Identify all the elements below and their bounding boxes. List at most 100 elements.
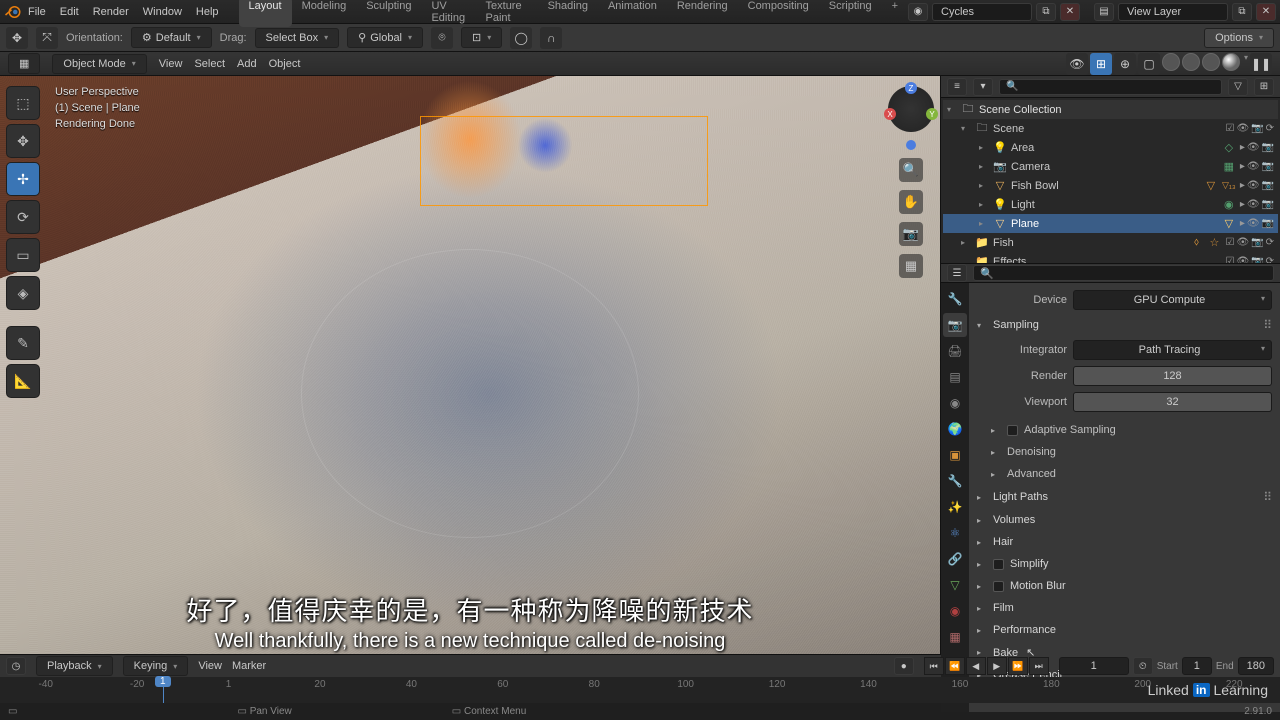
outliner-item-fish[interactable]: ▸📁Fish⬨☆☑👁📷⟳: [943, 233, 1278, 252]
ptab-physics-icon[interactable]: ⚛: [943, 521, 967, 545]
viewlayer-dropdown[interactable]: View Layer: [1118, 3, 1228, 21]
outliner-search[interactable]: 🔍: [999, 79, 1222, 95]
tab-modeling[interactable]: Modeling: [292, 0, 357, 27]
tab-texture-paint[interactable]: Texture Paint: [476, 0, 538, 27]
tab-layout[interactable]: Layout: [239, 0, 292, 27]
outliner-filter-type-icon[interactable]: ▾: [973, 78, 993, 96]
tab-rendering[interactable]: Rendering: [667, 0, 738, 27]
ptab-constraints-icon[interactable]: 🔗: [943, 547, 967, 571]
viewport-menu-view[interactable]: View: [159, 58, 183, 70]
preview-range-icon[interactable]: ⏲: [1133, 657, 1153, 675]
nav-gizmo[interactable]: Z X Y: [888, 86, 934, 132]
orientation-dropdown[interactable]: ⚙Default▾: [131, 27, 212, 48]
falloff-icon[interactable]: ∩: [540, 27, 562, 49]
viewlayer-icon[interactable]: ▤: [1094, 3, 1114, 21]
transform-orientation[interactable]: ⚲Global▾: [347, 27, 423, 48]
pan-icon[interactable]: ✋: [899, 190, 923, 214]
outliner-item-light[interactable]: ▸💡Light◉▸👁📷: [943, 195, 1278, 214]
timeline-menu-view[interactable]: View: [198, 660, 222, 672]
section-hair[interactable]: ▸Hair: [977, 531, 1272, 553]
ptab-texture-icon[interactable]: ▦: [943, 625, 967, 649]
ptab-modifier-icon[interactable]: 🔧: [943, 469, 967, 493]
render-samples-field[interactable]: 128: [1073, 366, 1272, 386]
outliner-item-camera[interactable]: ▸📷Camera▦▸👁📷: [943, 157, 1278, 176]
section-adaptive-sampling[interactable]: ▸Adaptive Sampling: [977, 419, 1272, 441]
overlays-icon[interactable]: ⊞: [1090, 53, 1112, 75]
ptab-scene-icon[interactable]: ◉: [943, 391, 967, 415]
zoom-icon[interactable]: 🔍: [899, 158, 923, 182]
viewlayer-browse-icon[interactable]: ⧉: [1232, 3, 1252, 21]
tab-animation[interactable]: Animation: [598, 0, 667, 27]
ptab-material-icon[interactable]: ◉: [943, 599, 967, 623]
snap-dropdown[interactable]: ⊡▾: [461, 27, 502, 48]
motion-blur-checkbox[interactable]: [993, 581, 1004, 592]
outliner-filter-icon[interactable]: ▽: [1228, 78, 1248, 96]
next-key-icon[interactable]: ⏩: [1008, 657, 1028, 675]
simplify-checkbox[interactable]: [993, 559, 1004, 570]
gizmo-toggle-icon[interactable]: ⊕: [1114, 53, 1136, 75]
camera-view-icon[interactable]: 📷: [899, 222, 923, 246]
outliner-item-fishbowl[interactable]: ▸▽Fish Bowl▽▽₁₃▸👁📷: [943, 176, 1278, 195]
perspective-icon[interactable]: ▦: [899, 254, 923, 278]
scale-tool-icon[interactable]: ▭: [6, 238, 40, 272]
section-sampling[interactable]: ▾Sampling⠿: [977, 313, 1272, 337]
select-box-tool-icon[interactable]: ⬚: [6, 86, 40, 120]
section-light-paths[interactable]: ▸Light Paths⠿: [977, 485, 1272, 509]
scene-icon[interactable]: ◉: [908, 3, 928, 21]
timeline-menu-marker[interactable]: Marker: [232, 660, 266, 672]
renderer-dropdown[interactable]: Cycles: [932, 3, 1032, 21]
start-frame-field[interactable]: 1: [1182, 657, 1212, 675]
tab-sculpting[interactable]: Sculpting: [356, 0, 421, 27]
scene-delete-icon[interactable]: ✕: [1060, 3, 1080, 21]
options-dropdown[interactable]: Options▾: [1204, 28, 1274, 48]
ptab-render-icon[interactable]: 📷: [943, 313, 967, 337]
shading-rendered-icon[interactable]: [1222, 53, 1240, 71]
axis-z-icon[interactable]: Z: [905, 82, 917, 94]
move-gizmo-tool-icon[interactable]: ✢: [6, 162, 40, 196]
play-reverse-icon[interactable]: ◀: [966, 657, 986, 675]
outliner-type-icon[interactable]: ≡: [947, 78, 967, 96]
ptab-world-icon[interactable]: 🌍: [943, 417, 967, 441]
viewport-menu-object[interactable]: Object: [269, 58, 301, 70]
end-frame-field[interactable]: 180: [1238, 657, 1274, 675]
visibility-icon[interactable]: 👁: [1066, 53, 1088, 75]
props-editor-type-icon[interactable]: ☰: [947, 264, 967, 282]
panel-menu-icon[interactable]: ⠿: [1263, 490, 1272, 504]
snap-icon[interactable]: ⌾: [431, 27, 453, 49]
keying-dropdown[interactable]: Keying▾: [123, 656, 189, 676]
axis-y-icon[interactable]: Y: [926, 108, 938, 120]
device-dropdown[interactable]: GPU Compute▾: [1073, 290, 1272, 310]
current-frame-field[interactable]: 1: [1059, 657, 1129, 675]
proportional-icon[interactable]: ◯: [510, 27, 532, 49]
timeline-type-icon[interactable]: ◷: [6, 657, 26, 675]
drag-dropdown[interactable]: Select Box▾: [255, 28, 340, 48]
tab-scripting[interactable]: Scripting: [819, 0, 882, 27]
scene-browse-icon[interactable]: ⧉: [1036, 3, 1056, 21]
menu-render[interactable]: Render: [93, 6, 129, 18]
ptab-data-icon[interactable]: ▽: [943, 573, 967, 597]
shading-matprev-icon[interactable]: [1202, 53, 1220, 71]
section-motion-blur[interactable]: ▸Motion Blur: [977, 575, 1272, 597]
properties-search[interactable]: 🔍: [973, 265, 1274, 281]
outliner-item-effects[interactable]: 📁Effects☑👁📷⟳: [943, 252, 1278, 264]
mode-dropdown[interactable]: Object Mode▾: [52, 54, 146, 74]
jump-end-icon[interactable]: ⏭: [1029, 657, 1049, 675]
outliner-item-area[interactable]: ▸💡Area◇▸👁📷: [943, 138, 1278, 157]
autokey-icon[interactable]: ●: [894, 657, 914, 675]
viewport-menu-select[interactable]: Select: [194, 58, 225, 70]
measure-tool-icon[interactable]: 📐: [6, 364, 40, 398]
rotate-tool-icon[interactable]: ⟳: [6, 200, 40, 234]
integrator-dropdown[interactable]: Path Tracing▾: [1073, 340, 1272, 360]
3d-viewport[interactable]: User Perspective (1) Scene | Plane Rende…: [0, 76, 940, 654]
section-volumes[interactable]: ▸Volumes: [977, 509, 1272, 531]
ptab-object-icon[interactable]: ▣: [943, 443, 967, 467]
scene-row[interactable]: ▾🗀Scene ☑👁📷⟳: [943, 119, 1278, 138]
xray-icon[interactable]: ▢: [1138, 53, 1160, 75]
menu-edit[interactable]: Edit: [60, 6, 79, 18]
tab-uv-editing[interactable]: UV Editing: [421, 0, 475, 27]
timeline-ruler[interactable]: -40-20120406080100120140160180200220: [0, 677, 1280, 703]
section-denoising[interactable]: ▸Denoising: [977, 441, 1272, 463]
move-tool-icon[interactable]: ⤧: [36, 27, 58, 49]
playhead[interactable]: [163, 677, 164, 703]
viewport-samples-field[interactable]: 32: [1073, 392, 1272, 412]
